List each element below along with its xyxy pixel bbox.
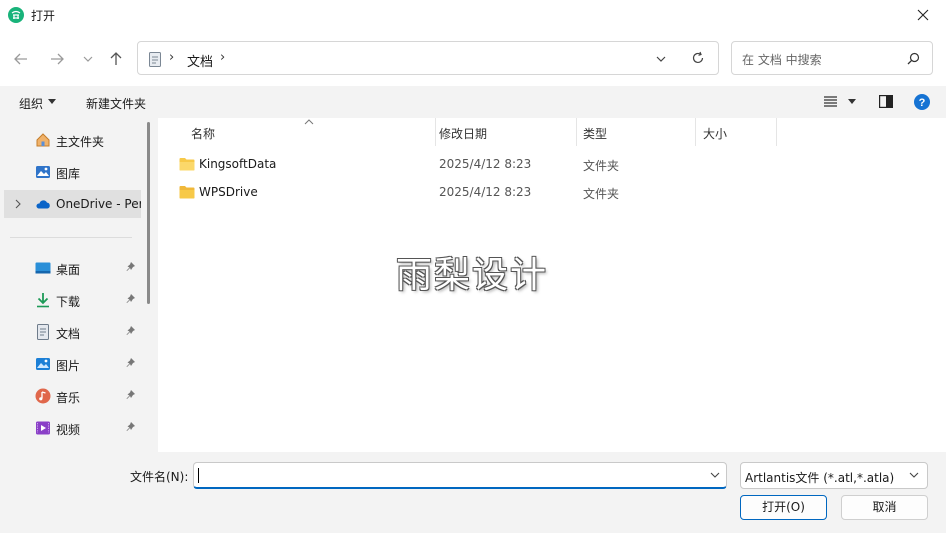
refresh-icon[interactable] (691, 51, 705, 65)
cancel-button[interactable]: 取消 (841, 495, 928, 520)
arrow-right-icon (51, 53, 64, 65)
folder-icon (179, 186, 195, 199)
chevron-down-icon[interactable] (710, 472, 720, 478)
file-modified: 2025/4/12 8:23 (439, 157, 532, 171)
document-icon (37, 324, 49, 340)
column-header-type[interactable]: 类型 (577, 118, 695, 146)
sidebar-item-gallery[interactable]: 图库 (0, 158, 141, 186)
gallery-icon (36, 166, 50, 178)
sidebar-item-pictures[interactable]: 图片 (0, 350, 141, 378)
sidebar-item-label: OneDrive - Per (56, 197, 141, 211)
pin-icon[interactable] (126, 326, 136, 336)
pin-icon[interactable] (126, 262, 136, 272)
sidebar-item-onedrive[interactable]: OneDrive - Per (4, 190, 141, 218)
column-label: 名称 (191, 127, 216, 141)
view-options-icon[interactable] (824, 96, 837, 107)
navigation-bar: › 文档 › 在 文档 中搜索 (0, 30, 946, 86)
sidebar-item-home[interactable]: 主文件夹 (0, 126, 141, 154)
file-type-select[interactable]: Artlantis文件 (*.atl,*.atla) (740, 462, 928, 489)
chevron-right-icon[interactable] (14, 199, 22, 209)
column-separator[interactable] (776, 118, 777, 146)
pin-icon[interactable] (126, 294, 136, 304)
sidebar-item-downloads[interactable]: 下载 (0, 286, 141, 314)
filename-input[interactable] (193, 462, 727, 489)
sidebar-divider (10, 237, 132, 238)
file-type: 文件夹 (583, 187, 620, 201)
document-icon (149, 52, 161, 67)
file-name: KingsoftData (199, 157, 277, 171)
music-icon (35, 388, 51, 404)
preview-pane-icon[interactable] (879, 95, 893, 108)
app-logo-icon (8, 7, 24, 23)
recent-locations-button[interactable] (76, 48, 100, 70)
pin-icon[interactable] (126, 358, 136, 368)
breadcrumb-documents[interactable]: 文档 (187, 51, 213, 70)
breadcrumb-separator-icon[interactable]: › (220, 50, 225, 65)
file-row[interactable]: WPSDrive 2025/4/12 8:23 文件夹 (158, 178, 946, 206)
column-label: 类型 (583, 127, 608, 141)
filename-label: 文件名(N): (130, 470, 189, 484)
file-name: WPSDrive (199, 185, 258, 199)
video-icon (36, 421, 50, 435)
file-type: 文件夹 (583, 159, 620, 173)
column-label: 大小 (703, 127, 728, 141)
column-header-size[interactable]: 大小 (696, 118, 776, 146)
command-bar: 组织 新建文件夹 ? (0, 86, 946, 118)
text-caret (198, 468, 199, 483)
back-button[interactable] (9, 48, 33, 70)
sidebar-item-desktop[interactable]: 桌面 (0, 254, 141, 282)
sidebar-item-label: 主文件夹 (56, 135, 105, 149)
pin-icon[interactable] (126, 390, 136, 400)
file-modified: 2025/4/12 8:23 (439, 185, 532, 199)
breadcrumb-separator-icon: › (169, 50, 175, 65)
sort-ascending-icon (304, 119, 314, 125)
organize-menu[interactable]: 组织 (19, 95, 43, 112)
up-button[interactable] (104, 48, 128, 70)
organize-dropdown-icon[interactable] (48, 99, 56, 104)
arrow-left-icon (14, 53, 27, 65)
dialog-footer: 文件名(N): Artlantis文件 (*.atl,*.atla) 打开(O)… (0, 452, 946, 533)
file-type-value: Artlantis文件 (*.atl,*.atla) (745, 471, 895, 485)
forward-button[interactable] (45, 48, 69, 70)
file-row[interactable]: KingsoftData 2025/4/12 8:23 文件夹 (158, 150, 946, 178)
close-button[interactable] (900, 0, 946, 30)
open-button[interactable]: 打开(O) (740, 495, 827, 520)
pin-icon[interactable] (126, 422, 136, 432)
search-placeholder: 在 文档 中搜索 (742, 53, 822, 67)
chevron-down-icon (909, 472, 919, 478)
download-icon (37, 293, 49, 308)
close-icon (917, 9, 929, 21)
sidebar-scrollbar[interactable] (147, 122, 150, 304)
new-folder-button[interactable]: 新建文件夹 (86, 95, 146, 112)
home-icon (36, 133, 50, 147)
sidebar-item-videos[interactable]: 视频 (0, 414, 141, 442)
search-box[interactable]: 在 文档 中搜索 (731, 41, 933, 75)
watermark: 雨梨设计 (396, 255, 549, 296)
address-bar[interactable]: › 文档 › (137, 41, 719, 75)
address-history-dropdown-icon[interactable] (655, 53, 667, 65)
window-title: 打开 (31, 9, 56, 23)
picture-icon (36, 358, 50, 370)
sidebar-item-music[interactable]: 音乐 (0, 382, 141, 410)
view-dropdown-icon[interactable] (848, 99, 856, 104)
svg-text:?: ? (919, 97, 926, 109)
column-header-modified[interactable]: 修改日期 (436, 118, 576, 146)
search-icon (907, 52, 920, 65)
chevron-down-icon (83, 56, 93, 62)
cloud-icon (36, 200, 50, 209)
sidebar-item-documents[interactable]: 文档 (0, 318, 141, 346)
file-list: 名称 修改日期 类型 大小 KingsoftData 2025/4/12 8:2… (158, 118, 946, 452)
desktop-icon (35, 262, 51, 274)
arrow-up-icon (110, 52, 122, 65)
title-bar: 打开 (0, 0, 946, 30)
navigation-pane: 主文件夹 图库 OneDrive - Per 桌面 下载 文档 图片 音乐 视频 (0, 118, 158, 452)
column-header-name[interactable]: 名称 (158, 118, 435, 146)
help-icon[interactable]: ? (914, 94, 930, 110)
sidebar-item-label: 图库 (56, 167, 81, 181)
column-label: 修改日期 (439, 127, 488, 141)
folder-icon (179, 158, 195, 171)
